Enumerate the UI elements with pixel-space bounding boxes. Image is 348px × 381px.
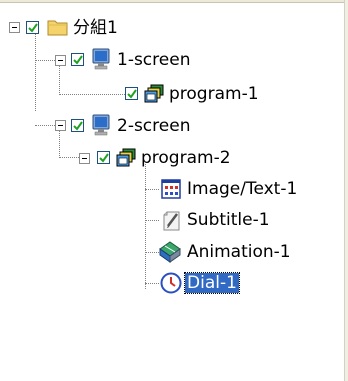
tree-node-program[interactable]: program-1 — [0, 81, 300, 107]
image-text-icon — [161, 179, 181, 199]
program-tree[interactable]: 分組1 1-screen program-1 2-screen program-… — [0, 0, 340, 381]
collapse-toggle[interactable] — [79, 153, 90, 164]
program-label[interactable]: program-2 — [139, 148, 233, 168]
program-checkbox[interactable] — [125, 87, 138, 100]
item-label-selected[interactable]: Dial-1 — [184, 272, 240, 294]
tree-node-screen[interactable]: 1-screen — [0, 47, 220, 73]
monitor-icon — [91, 114, 111, 136]
monitor-icon — [91, 48, 111, 70]
program-checkbox[interactable] — [97, 151, 110, 164]
tree-node-item[interactable]: Subtitle-1 — [0, 207, 340, 233]
tree-node-item[interactable]: Dial-1 — [0, 270, 340, 296]
collapse-toggle[interactable] — [55, 120, 66, 131]
program-label[interactable]: program-1 — [167, 84, 261, 104]
folder-icon — [47, 18, 68, 38]
screen-checkbox[interactable] — [71, 119, 84, 132]
tree-node-item[interactable]: Animation-1 — [0, 239, 340, 265]
tree-node-item[interactable]: Image/Text-1 — [0, 176, 340, 202]
group-label[interactable]: 分組1 — [71, 18, 120, 38]
collapse-toggle[interactable] — [55, 55, 66, 66]
item-label[interactable]: Image/Text-1 — [185, 179, 299, 199]
tree-node-program[interactable]: program-2 — [0, 145, 300, 171]
item-label[interactable]: Subtitle-1 — [185, 210, 272, 230]
screen-label[interactable]: 2-screen — [115, 116, 192, 136]
tree-node-group[interactable]: 分組1 — [0, 15, 200, 41]
tree-node-screen[interactable]: 2-screen — [0, 113, 220, 139]
clock-icon — [160, 272, 182, 294]
group-checkbox[interactable] — [26, 21, 39, 34]
program-icon — [116, 148, 136, 168]
subtitle-icon — [161, 210, 181, 231]
item-label[interactable]: Animation-1 — [185, 242, 293, 262]
program-icon — [144, 84, 164, 104]
screen-label[interactable]: 1-screen — [115, 50, 192, 70]
animation-icon — [159, 241, 181, 263]
collapse-toggle[interactable] — [9, 22, 20, 33]
screen-checkbox[interactable] — [71, 53, 84, 66]
scrollbar-edge — [344, 0, 348, 381]
